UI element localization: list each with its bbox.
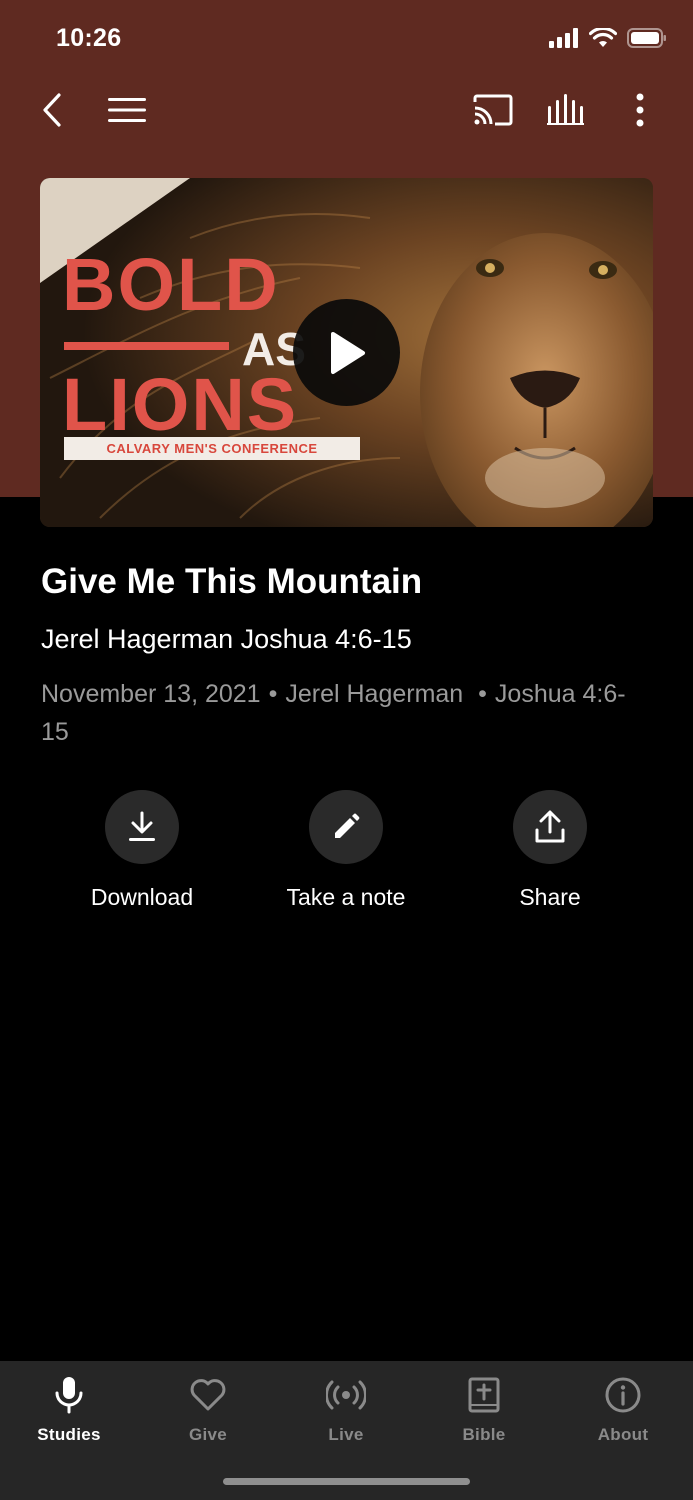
download-icon xyxy=(129,811,155,841)
more-options-button[interactable] xyxy=(625,80,655,140)
artwork-title-bold: BOLD xyxy=(62,243,280,326)
artwork-rule xyxy=(64,342,229,350)
separator-dot: • xyxy=(471,680,487,708)
tab-about-label: About xyxy=(597,1425,649,1444)
bible-icon xyxy=(464,1375,504,1415)
episode-title: Give Me This Mountain xyxy=(41,562,423,601)
status-bar: 10:26 xyxy=(0,0,693,80)
cast-icon xyxy=(473,94,513,126)
audio-levels-button[interactable] xyxy=(544,80,590,140)
share-label: Share xyxy=(519,884,581,910)
battery-icon xyxy=(627,28,666,48)
play-icon xyxy=(330,331,365,374)
hamburger-menu-icon xyxy=(108,98,146,122)
broadcast-icon xyxy=(326,1375,366,1415)
tab-live-label: Live xyxy=(328,1425,364,1444)
cellular-signal-icon xyxy=(549,28,578,48)
episode-speaker: Jerel Hagerman xyxy=(285,680,464,708)
cast-button[interactable] xyxy=(470,80,516,140)
play-button[interactable] xyxy=(293,299,400,406)
pencil-icon xyxy=(335,813,360,838)
take-note-label: Take a note xyxy=(286,884,406,910)
take-note-button[interactable]: Take a note xyxy=(246,790,446,911)
tab-give-label: Give xyxy=(188,1425,228,1444)
tab-give[interactable]: Give xyxy=(148,1375,268,1445)
menu-button[interactable] xyxy=(104,80,150,140)
more-vertical-icon xyxy=(636,93,644,127)
share-icon xyxy=(535,810,565,843)
back-button[interactable] xyxy=(32,80,72,140)
episode-actions: Download Take a note Share xyxy=(0,790,693,920)
separator-dot: • xyxy=(268,680,278,708)
download-circle[interactable] xyxy=(105,790,179,864)
top-toolbar xyxy=(0,80,693,140)
video-thumbnail[interactable]: BOLD AS LIONS CALVARY MEN'S CONFERENCE xyxy=(40,178,653,527)
episode-date: November 13, 2021 xyxy=(41,680,261,708)
status-icons xyxy=(549,28,667,48)
microphone-icon xyxy=(49,1375,89,1415)
heart-icon xyxy=(188,1375,228,1415)
artwork-tagline: CALVARY MEN'S CONFERENCE xyxy=(106,441,318,456)
home-indicator[interactable] xyxy=(223,1478,470,1485)
tab-live[interactable]: Live xyxy=(286,1375,406,1445)
tab-about[interactable]: About xyxy=(563,1375,683,1445)
status-time: 10:26 xyxy=(56,24,122,52)
tab-bible[interactable]: Bible xyxy=(424,1375,544,1445)
episode-meta: November 13, 2021 • Jerel Hagerman • Joshua… xyxy=(41,675,641,751)
tab-studies[interactable]: Studies xyxy=(9,1375,129,1445)
download-button[interactable]: Download xyxy=(42,790,242,911)
chevron-left-icon xyxy=(43,93,61,127)
share-button[interactable]: Share xyxy=(450,790,650,911)
take-note-circle[interactable] xyxy=(309,790,383,864)
info-icon xyxy=(603,1375,643,1415)
artwork-title-lions: LIONS xyxy=(62,363,299,446)
share-circle[interactable] xyxy=(513,790,587,864)
wifi-icon xyxy=(589,28,617,47)
equalizer-icon xyxy=(547,94,584,125)
download-label: Download xyxy=(90,884,194,910)
tab-bible-label: Bible xyxy=(462,1425,506,1444)
episode-subtitle: Jerel Hagerman Joshua 4:6-15 xyxy=(41,624,412,654)
tab-studies-label: Studies xyxy=(37,1425,101,1444)
